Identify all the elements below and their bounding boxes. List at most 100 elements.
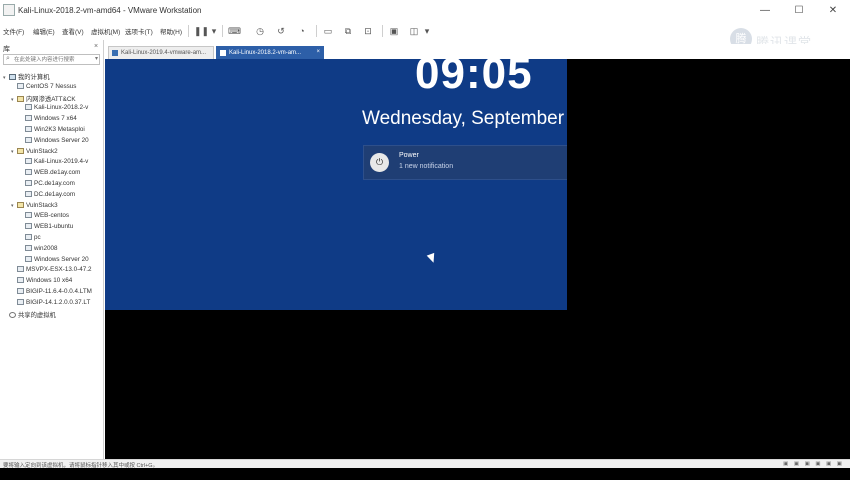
tree-item[interactable]: Windows Server 20 bbox=[19, 136, 89, 147]
menu-help[interactable]: 帮助(H) bbox=[160, 26, 182, 36]
notification-title: Power bbox=[399, 152, 419, 159]
tree-item-label: WEB1-ubuntu bbox=[34, 223, 74, 231]
snapshot-manager-icon[interactable]: ◔ bbox=[296, 25, 308, 37]
vm-icon bbox=[25, 180, 32, 186]
unity-icon[interactable]: ⧉ bbox=[342, 25, 354, 37]
send-keys-icon[interactable]: ⌨ bbox=[228, 25, 241, 37]
tree-item[interactable]: pc bbox=[19, 234, 41, 244]
vm-icon bbox=[25, 126, 32, 132]
console-icon[interactable]: ▣ bbox=[388, 25, 400, 37]
tree-item[interactable]: ▾ 我的计算机 bbox=[3, 72, 49, 82]
shared-vm-icon bbox=[9, 311, 16, 318]
tree-item[interactable]: Windows 10 x64 bbox=[11, 277, 72, 287]
toolbar-separator bbox=[382, 25, 383, 37]
lock-screen-clock: 09:05 bbox=[415, 59, 533, 98]
tree-item-label: BIGIP-14.1.2.0.0.37.LT bbox=[26, 298, 91, 306]
vm-icon bbox=[25, 234, 32, 240]
folder-icon bbox=[17, 147, 24, 154]
vm-icon bbox=[25, 115, 32, 122]
tree-item[interactable]: DC.de1ay.com bbox=[19, 190, 76, 201]
device-status-icons[interactable]: ▣ ▣ ▣ ▣ ▣ ▣ bbox=[783, 461, 844, 467]
tree-item-label: DC.de1ay.com bbox=[34, 190, 76, 198]
tree-item[interactable]: 共享的虚拟机 bbox=[3, 310, 56, 320]
tree-item[interactable]: ▾ 内网渗透ATT&CK bbox=[11, 94, 76, 104]
chevron-down-icon[interactable]: ▾ bbox=[210, 25, 218, 37]
toolbar-separator bbox=[316, 25, 317, 37]
vm-icon bbox=[25, 244, 32, 251]
library-title: 库 bbox=[3, 46, 10, 53]
menu-view[interactable]: 查看(V) bbox=[62, 26, 84, 36]
vm-icon bbox=[112, 50, 118, 56]
tree-item[interactable]: Kali-Linux-2019.4-v bbox=[19, 158, 88, 168]
stretch-icon[interactable]: ⊡ bbox=[362, 25, 374, 37]
vm-icon bbox=[25, 136, 32, 143]
vm-icon bbox=[25, 104, 32, 111]
notification-body: 1 new notification bbox=[399, 163, 454, 170]
library-close-icon[interactable]: × bbox=[94, 43, 98, 50]
vm-icon bbox=[25, 190, 32, 197]
tree-item[interactable]: BIGIP-11.6.4-0.0.4.LTM bbox=[11, 288, 92, 298]
chevron-down-icon[interactable]: ▾ bbox=[95, 55, 98, 62]
tab-kali-2019[interactable]: Kali-Linux-2019.4-vmware-am... bbox=[108, 46, 214, 59]
close-button[interactable]: ✕ bbox=[816, 0, 850, 22]
tree-item[interactable]: ▾ VulnStack3 bbox=[11, 201, 58, 212]
toolbar-separator bbox=[188, 25, 189, 37]
tree-item-label: 内网渗透ATT&CK bbox=[26, 95, 76, 103]
tree-item[interactable]: Windows Server 20 bbox=[19, 255, 89, 266]
tree-item-label: VulnStack3 bbox=[26, 201, 58, 209]
tree-item-label: Windows 10 x64 bbox=[26, 277, 73, 285]
vm-icon bbox=[220, 50, 226, 56]
maximize-button[interactable]: ☐ bbox=[782, 0, 816, 22]
tree-item-label: VulnStack2 bbox=[26, 147, 58, 155]
kali-lock-screen[interactable]: 09:05 Wednesday, September ⏻ Power 1 new… bbox=[105, 59, 567, 310]
tree-item-label: Windows Server 20 bbox=[34, 136, 89, 144]
tree-item-label: WEB.de1ay.com bbox=[34, 169, 81, 177]
tree-item[interactable]: WEB-centos bbox=[19, 212, 69, 222]
menu-bar: 文件(F) 编辑(E) 查看(V) 虚拟机(M) 选项卡(T) 帮助(H) ❚❚… bbox=[0, 22, 850, 40]
tree-item[interactable]: Windows 7 x64 bbox=[19, 115, 77, 125]
computer-icon bbox=[9, 74, 16, 80]
revert-snapshot-icon[interactable]: ↺ bbox=[275, 25, 287, 37]
menu-edit[interactable]: 编辑(E) bbox=[33, 26, 55, 36]
tree-item[interactable]: PC.de1ay.com bbox=[19, 180, 75, 190]
snapshot-icon[interactable]: ◷ bbox=[254, 25, 266, 37]
tab-kali-2018[interactable]: Kali-Linux-2018.2-vm-am... × bbox=[216, 46, 324, 59]
view-icon[interactable]: ◫ bbox=[408, 25, 420, 37]
tab-label: Kali-Linux-2019.4-vmware-am... bbox=[121, 50, 207, 56]
tree-item-label: Win2K3 Metasploi bbox=[34, 126, 85, 133]
vm-icon bbox=[25, 158, 32, 165]
tree-item-label: pc bbox=[34, 234, 41, 241]
pause-icon[interactable]: ❚❚ bbox=[194, 25, 209, 37]
tree-item[interactable]: WEB1-ubuntu bbox=[19, 223, 73, 233]
tree-item-label: 我的计算机 bbox=[18, 74, 50, 81]
tree-item-label: PC.de1ay.com bbox=[34, 180, 75, 187]
minimize-button[interactable]: — bbox=[748, 0, 782, 22]
tree-item[interactable]: WEB.de1ay.com bbox=[19, 169, 80, 179]
power-icon: ⏻ bbox=[370, 153, 389, 172]
tree-item[interactable]: Kali-Linux-2018.2-v bbox=[19, 104, 88, 114]
tree-item[interactable]: Win2K3 Metasploi bbox=[19, 126, 85, 136]
tree-item[interactable]: BIGIP-14.1.2.0.0.37.LT bbox=[11, 298, 91, 309]
vm-icon bbox=[17, 82, 24, 89]
vm-icon bbox=[17, 298, 24, 305]
tree-item-label: Windows Server 20 bbox=[34, 255, 89, 263]
tree-item[interactable]: CentOS 7 Nessus bbox=[11, 82, 76, 93]
tab-label: Kali-Linux-2018.2-vm-am... bbox=[229, 50, 302, 56]
tree-item[interactable]: MSVPX-ESX-13.0-47.2 bbox=[11, 266, 91, 276]
menu-file[interactable]: 文件(F) bbox=[3, 26, 24, 36]
tree-item[interactable]: ▾ VulnStack2 bbox=[11, 147, 58, 158]
chevron-down-icon[interactable]: ▾ bbox=[423, 25, 431, 37]
close-tab-icon[interactable]: × bbox=[316, 49, 320, 55]
tree-item[interactable]: win2008 bbox=[19, 244, 57, 255]
toolbar-separator bbox=[222, 25, 223, 37]
menu-vm[interactable]: 虚拟机(M) bbox=[91, 26, 120, 36]
folder-icon bbox=[17, 201, 24, 208]
full-screen-icon[interactable]: ▭ bbox=[322, 25, 334, 37]
library-search[interactable]: ⌕ ▾ bbox=[3, 54, 100, 65]
menu-tabs[interactable]: 选项卡(T) bbox=[125, 26, 153, 36]
notification-card[interactable]: ⏻ Power 1 new notification bbox=[363, 145, 567, 180]
vm-display[interactable]: 09:05 Wednesday, September ⏻ Power 1 new… bbox=[105, 59, 850, 459]
folder-icon bbox=[17, 95, 24, 102]
library-search-input[interactable] bbox=[14, 56, 92, 64]
vm-icon bbox=[17, 277, 24, 284]
